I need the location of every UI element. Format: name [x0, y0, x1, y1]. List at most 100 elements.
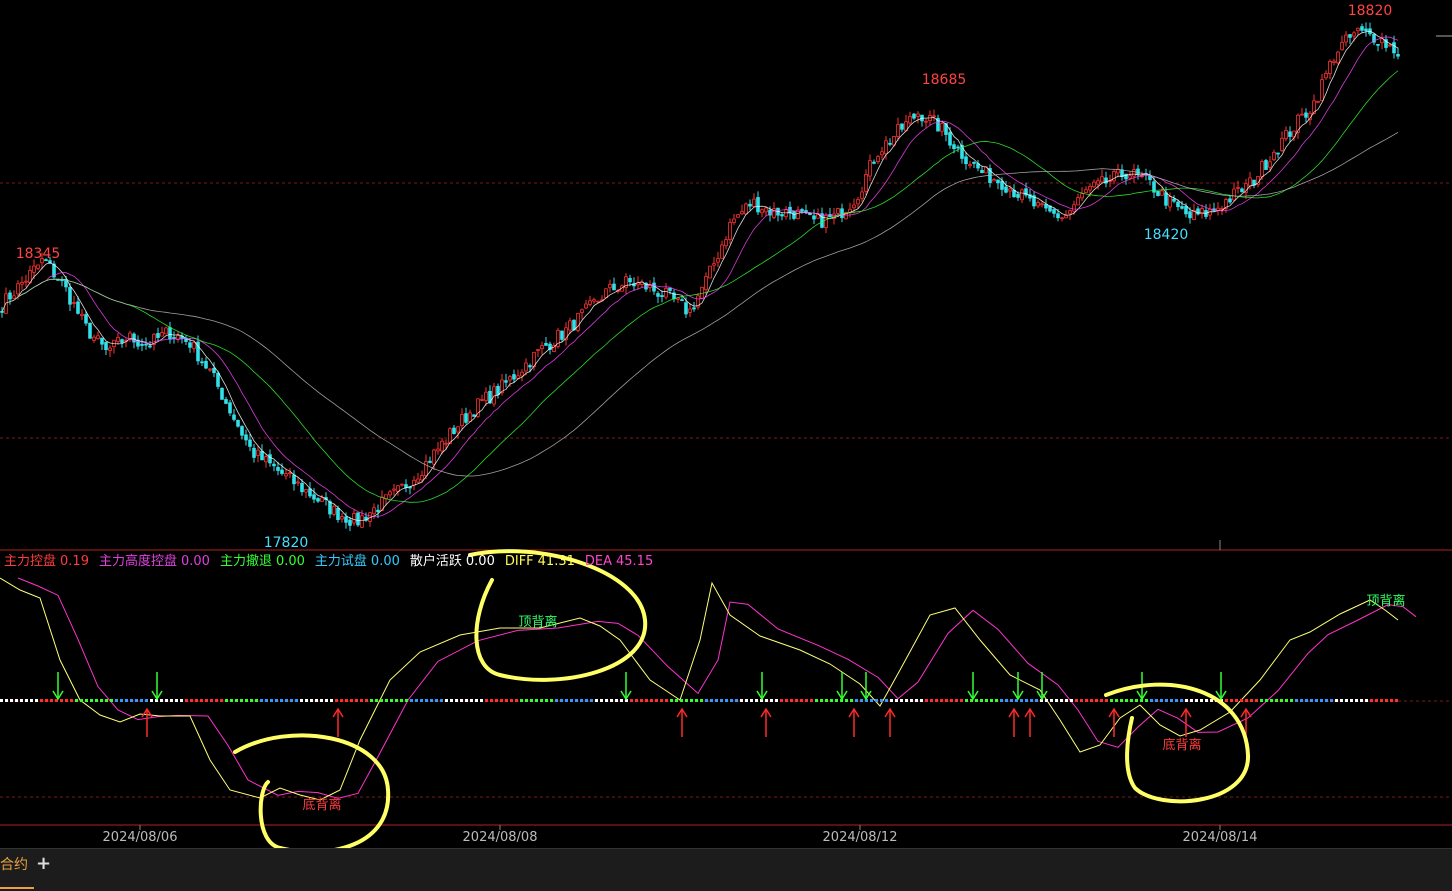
histogram-bar — [335, 699, 338, 702]
candle-body — [732, 218, 736, 223]
histogram-bar — [235, 699, 238, 702]
histogram-bar — [1240, 699, 1243, 702]
histogram-bar — [395, 699, 398, 702]
candle-body — [248, 439, 252, 447]
candle-body — [8, 292, 12, 300]
histogram-bar — [490, 699, 493, 702]
histogram-bar — [755, 699, 758, 702]
histogram-bar — [445, 699, 448, 702]
histogram-bar — [745, 699, 748, 702]
histogram-bar — [1335, 699, 1338, 702]
histogram-bar — [1225, 699, 1228, 702]
candle-body — [664, 287, 668, 298]
candle-body — [1072, 204, 1076, 212]
candle-body — [656, 293, 660, 297]
histogram-bar — [945, 699, 948, 702]
candle-body — [268, 454, 272, 464]
candle-body — [680, 299, 684, 302]
histogram-bar — [895, 699, 898, 702]
histogram-bar — [1395, 699, 1398, 702]
tab-contract[interactable]: 合约 — [0, 849, 34, 889]
candle-body — [660, 295, 664, 297]
histogram-bar — [935, 699, 938, 702]
candle-body — [708, 265, 712, 279]
candle-body — [1128, 175, 1132, 179]
candle-body — [80, 313, 84, 316]
histogram-bar — [855, 699, 858, 702]
candle-body — [1232, 188, 1236, 201]
candle-body — [372, 507, 376, 515]
candle-body — [780, 214, 784, 217]
legend-value-4: 0.00 — [465, 554, 495, 569]
candle-body — [1000, 180, 1004, 190]
divergence-label: 顶背离 — [1366, 593, 1405, 609]
histogram-bar — [360, 699, 363, 702]
histogram-bar — [1125, 699, 1128, 702]
candle-body — [728, 222, 732, 240]
histogram-bar — [80, 699, 83, 702]
histogram-bar — [1185, 699, 1188, 702]
histogram-bar — [1100, 699, 1103, 702]
histogram-bar — [475, 699, 478, 702]
candle-body — [1304, 112, 1308, 118]
histogram-bar — [305, 699, 308, 702]
histogram-bar — [230, 699, 233, 702]
candle-body — [496, 385, 500, 396]
histogram-bar — [355, 699, 358, 702]
candle-body — [1084, 189, 1088, 193]
histogram-bar — [1000, 699, 1003, 702]
histogram-bar — [1075, 699, 1078, 702]
histogram-bar — [575, 699, 578, 702]
histogram-bar — [135, 699, 138, 702]
histogram-bar — [195, 699, 198, 702]
candle-body — [712, 263, 716, 266]
histogram-bar — [325, 699, 328, 702]
kline-chart[interactable]: 18345 17820 18685 18420 18820 2024/08/06 2024/… — [0, 0, 1452, 848]
histogram-bar — [615, 699, 618, 702]
histogram-bar — [160, 699, 163, 702]
histogram-bar — [510, 699, 513, 702]
candle-body — [524, 362, 528, 372]
candle-body — [932, 115, 936, 118]
histogram-bar — [1165, 699, 1168, 702]
histogram-bar — [240, 699, 243, 702]
price-annotation-high: 18820 — [1348, 3, 1393, 19]
histogram-bar — [185, 699, 188, 702]
candle-body — [104, 341, 108, 351]
candle-body — [900, 123, 904, 130]
candle-body — [216, 372, 220, 387]
add-tab-button[interactable]: + — [36, 853, 51, 874]
histogram-bar — [515, 699, 518, 702]
candle-body — [1288, 131, 1292, 137]
histogram-bar — [1170, 699, 1173, 702]
candle-body — [628, 278, 632, 283]
histogram-bar — [965, 699, 968, 702]
histogram-bar — [875, 699, 878, 702]
candle-body — [808, 213, 812, 215]
candle-body — [312, 494, 316, 500]
histogram-bar — [1315, 699, 1318, 702]
histogram-bar — [145, 699, 148, 702]
histogram-bar — [1010, 699, 1013, 702]
candle-body — [868, 160, 872, 177]
candle-body — [352, 513, 356, 524]
histogram-bar — [300, 699, 303, 702]
histogram-bar — [330, 699, 333, 702]
histogram-bar — [520, 699, 523, 702]
ma-line-5 — [1, 30, 1399, 521]
ma-line-12 — [1, 36, 1399, 518]
histogram-bar — [95, 699, 98, 702]
candle-body — [840, 208, 844, 219]
candle-body — [1324, 73, 1328, 79]
histogram-bar — [270, 699, 273, 702]
candle-body — [504, 380, 508, 383]
candle-body — [348, 519, 352, 526]
candle-body — [592, 299, 596, 302]
candle-body — [952, 144, 956, 150]
candle-body — [516, 375, 520, 379]
histogram-bar — [1285, 699, 1288, 702]
candle-body — [576, 312, 580, 331]
histogram-bar — [750, 699, 753, 702]
histogram-bar — [1115, 699, 1118, 702]
histogram-bar — [605, 699, 608, 702]
